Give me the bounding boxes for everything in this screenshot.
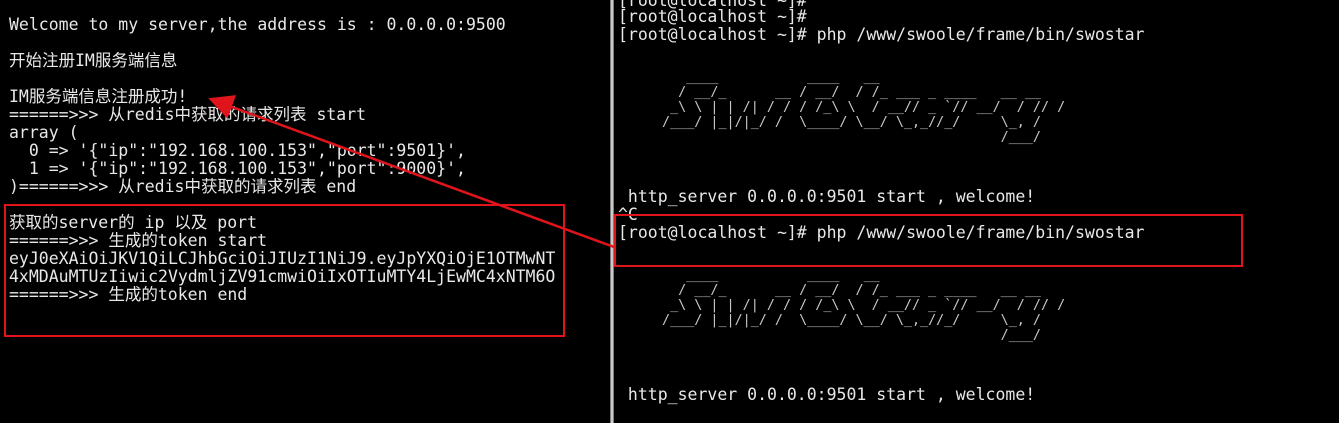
terminal-line: Welcome to my server,the address is : 0.…: [9, 15, 506, 34]
banner-line: /___/: [654, 328, 1041, 343]
terminal-line: [root@localhost ~]#: [618, 7, 807, 26]
terminal-line: [root@localhost ~]# php /www/swoole/fram…: [618, 25, 1145, 44]
banner-line: /___/: [654, 130, 1041, 145]
banner-line: _\ \ | | /| / / / /_\ \ / __// _ `// __/…: [654, 298, 1066, 313]
banner-line: ____ ____ __: [654, 268, 880, 283]
annotation-box-token: [4, 204, 565, 337]
terminal-line: 0 => '{"ip":"192.168.100.153","port":950…: [9, 141, 466, 160]
terminal-line: ======>>> 从redis中获取的请求列表 start: [9, 105, 367, 124]
terminal-line: http_server 0.0.0.0:9501 start , welcome…: [618, 187, 1036, 206]
banner-line: / __/_ __ / __/ / /_ ___ _ ____ __ __: [654, 283, 1041, 298]
banner-line: _\ \ | | /| / / / /_\ \ / __// _ `// __/…: [654, 100, 1066, 115]
banner-line: /___/ |_|/|_/ / \____/ \__/ \_,_//_/ \_,…: [654, 115, 1041, 130]
banner-line: / __/_ __ / __/ / /_ ___ _ ____ __ __: [654, 85, 1041, 100]
banner-line: /___/ |_|/|_/ / \____/ \__/ \_,_//_/ \_,…: [654, 313, 1041, 328]
terminal-line: )======>>> 从redis中获取的请求列表 end: [9, 177, 357, 196]
terminal-line: 开始注册IM服务端信息: [9, 51, 178, 70]
terminal-line: IM服务端信息注册成功!: [9, 87, 188, 106]
right-terminal-pane[interactable]: [root@localhost ~]# [root@localhost ~]# …: [614, 0, 1339, 423]
terminal-line: http_server 0.0.0.0:9501 start , welcome…: [618, 385, 1036, 404]
terminal-line: 1 => '{"ip":"192.168.100.153","port":900…: [9, 159, 466, 178]
terminal-line: array (: [9, 123, 79, 142]
banner-line: ____ ____ __: [654, 70, 880, 85]
annotation-box-command: [614, 214, 1243, 267]
